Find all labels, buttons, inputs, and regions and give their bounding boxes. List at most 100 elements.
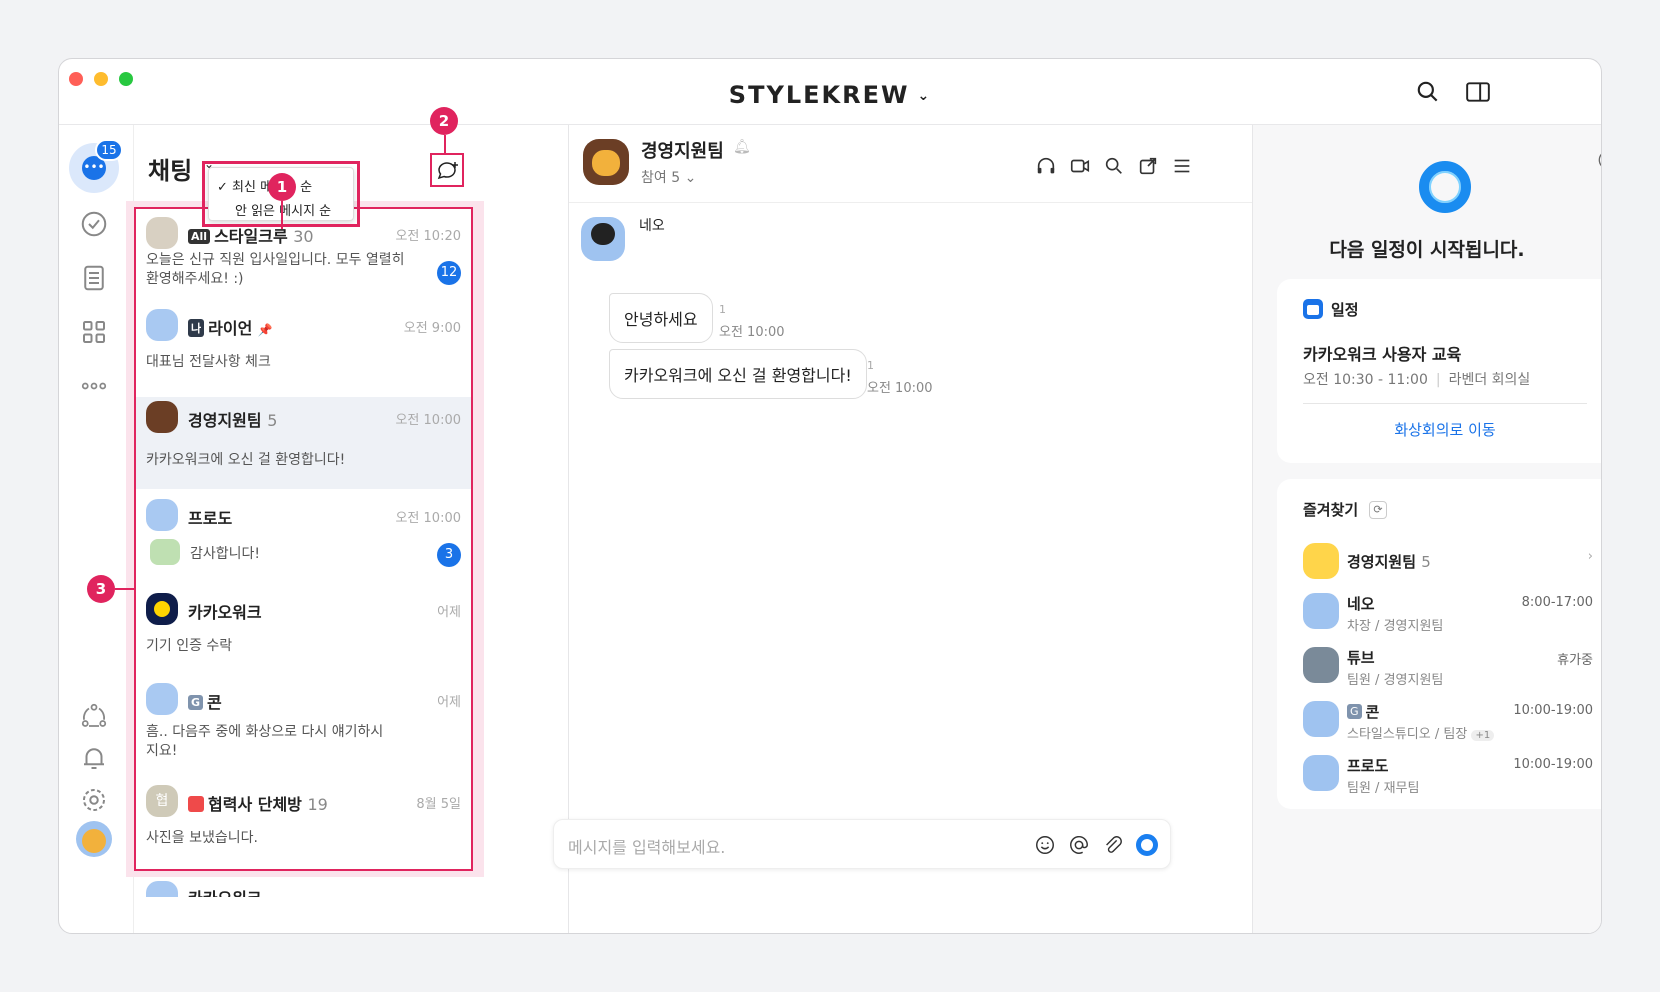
guest-tag: G bbox=[1347, 704, 1362, 719]
search-icon[interactable] bbox=[1415, 79, 1441, 105]
chat-preview: 카카오워크에 오신 걸 환영합니다! bbox=[146, 452, 346, 468]
favorite-subtitle: 스타일스튜디오 / 팀장 +1 bbox=[1347, 723, 1495, 742]
title-bar: STYLEKREW ⌄ bbox=[59, 59, 1601, 125]
my-profile-avatar[interactable] bbox=[76, 821, 112, 857]
chat-list-item[interactable]: 카카오워크 어제 기기 인증 수락 bbox=[136, 589, 471, 675]
board-icon[interactable] bbox=[79, 263, 109, 293]
sender-name: 네오 bbox=[639, 218, 665, 234]
participants-toggle[interactable]: 참여 5 ⌄ bbox=[641, 167, 696, 187]
new-chat-icon bbox=[437, 162, 458, 180]
chat-list: All 스타일크루 30 오전 10:20 오늘은 신규 직원 입사일입니다. 모… bbox=[134, 207, 473, 871]
menu-icon[interactable] bbox=[1171, 155, 1193, 177]
voice-call-icon[interactable] bbox=[1035, 155, 1057, 177]
message-bubble[interactable]: 카카오워크에 오신 걸 환영합니다! bbox=[609, 349, 867, 399]
chat-list-item[interactable]: 프로도 오전 10:00 감사합니다! 3 bbox=[136, 495, 471, 581]
chat-time: 오전 10:00 bbox=[395, 511, 461, 526]
chat-avatar: 협 bbox=[146, 785, 178, 817]
more-icon[interactable] bbox=[79, 371, 109, 401]
unread-badge: 12 bbox=[437, 261, 461, 285]
chat-list-item[interactable]: G콘 어제 흠.. 다음주 중에 화상으로 다시 얘기하시지요! bbox=[136, 679, 471, 775]
chat-list-panel: 채팅 ⌄ ✓ 최신 메시지 순 안 읽은 메시지 순 1 2 3 All스타일크… bbox=[87, 107, 569, 933]
chat-name: 경영지원팀 5 bbox=[188, 407, 277, 431]
workspace-switcher[interactable]: STYLEKREW ⌄ bbox=[59, 81, 1601, 109]
help-icon[interactable]: ? bbox=[1597, 149, 1602, 171]
chat-name: G콘 bbox=[188, 689, 222, 713]
card-divider bbox=[1303, 403, 1587, 404]
ai-logo-icon bbox=[1419, 161, 1471, 213]
chat-preview: 흠.. 다음주 중에 화상으로 다시 얘기하시지요! bbox=[146, 724, 384, 759]
chat-preview: 오늘은 신규 직원 입사일입니다. 모두 열렬히 환영해주세요! :) bbox=[146, 252, 405, 287]
refresh-icon[interactable]: ⟳ bbox=[1369, 501, 1387, 519]
event-place: 라벤더 회의실 bbox=[1448, 372, 1531, 388]
favorite-name: G콘 bbox=[1347, 701, 1379, 722]
sender-avatar[interactable] bbox=[581, 217, 625, 261]
chat-list-item-selected[interactable]: 경영지원팀 5 오전 10:00 카카오워크에 오신 걸 환영합니다! bbox=[136, 397, 471, 489]
side-panel-toggle-icon[interactable] bbox=[1465, 79, 1491, 105]
search-in-chat-icon[interactable] bbox=[1103, 155, 1125, 177]
member-count: 30 bbox=[293, 227, 314, 246]
all-tag: All bbox=[188, 229, 211, 244]
chat-time: 오전 9:00 bbox=[403, 321, 461, 336]
message-input-placeholder: 메시지를 입력해보세요. bbox=[568, 838, 726, 857]
room-title: 경영지원팀 bbox=[641, 141, 724, 162]
favorite-item[interactable]: G콘 스타일스튜디오 / 팀장 +1 10:00-19:00 bbox=[1303, 699, 1593, 743]
chat-list-item[interactable]: 나 라이언 📌 오전 9:00 대표님 전달사항 체크 bbox=[136, 305, 471, 391]
favorites-title: 즐겨찾기 bbox=[1303, 501, 1359, 519]
ai-assistant-icon[interactable] bbox=[1136, 834, 1158, 856]
favorite-name: 튜브 bbox=[1347, 649, 1375, 667]
favorite-item[interactable]: 네오 차장 / 경영지원팀 8:00-17:00 bbox=[1303, 591, 1593, 635]
chat-list-item[interactable]: 협 협력사 단체방 19 8월 5일 사진을 보냈습니다. bbox=[136, 781, 471, 867]
chat-name: 카카오워크 bbox=[188, 603, 262, 622]
callout-line-1 bbox=[281, 201, 283, 229]
participants-count: 참여 5 bbox=[641, 170, 681, 186]
chat-room-header: 경영지원팀 🔔︎ 참여 5 ⌄ bbox=[569, 125, 1252, 203]
guest-tag: G bbox=[188, 695, 204, 710]
chat-avatar bbox=[146, 683, 178, 715]
mention-icon[interactable] bbox=[1068, 834, 1090, 856]
member-count: 5 bbox=[1421, 553, 1431, 571]
message-input[interactable]: 메시지를 입력해보세요. bbox=[553, 819, 1171, 869]
chat-list-item-partial[interactable]: 카카오워크 bbox=[136, 877, 471, 897]
attachment-icon[interactable] bbox=[1102, 834, 1124, 856]
event-time: 오전 10:30 - 11:00 bbox=[1303, 372, 1428, 388]
unread-badge: 3 bbox=[437, 543, 461, 567]
organization-icon[interactable] bbox=[79, 701, 109, 731]
event-details: 오전 10:30 - 11:00 | 라벤더 회의실 bbox=[1303, 369, 1530, 389]
video-call-icon[interactable] bbox=[1069, 155, 1091, 177]
chat-time: 어제 bbox=[437, 695, 461, 710]
favorite-name: 경영지원팀 5 bbox=[1347, 551, 1431, 572]
notification-bell-icon[interactable] bbox=[79, 743, 109, 773]
chat-name-text: 라이언 bbox=[208, 319, 253, 338]
room-avatar bbox=[583, 139, 629, 185]
popout-icon[interactable] bbox=[1137, 155, 1159, 177]
brand-logo: STYLEKREW bbox=[728, 81, 910, 109]
nav-rail: ••• 15 bbox=[59, 125, 134, 933]
emoji-icon[interactable] bbox=[1034, 834, 1056, 856]
status-text: 휴가중 bbox=[1557, 653, 1593, 668]
new-chat-button[interactable] bbox=[430, 153, 464, 187]
group-avatar bbox=[1303, 543, 1339, 579]
chat-avatar bbox=[146, 881, 178, 897]
schedule-card: 일정 카카오워크 사용자 교육 오전 10:30 - 11:00 | 라벤더 회의실… bbox=[1277, 279, 1601, 463]
chat-avatar bbox=[146, 217, 178, 249]
favorite-item[interactable]: 경영지원팀 5 › bbox=[1303, 541, 1593, 585]
settings-gear-icon[interactable] bbox=[79, 785, 109, 815]
me-tag: 나 bbox=[188, 319, 205, 337]
chat-preview: 대표님 전달사항 체크 bbox=[146, 354, 271, 370]
favorite-item[interactable]: 프로도 팀원 / 재무팀 10:00-19:00 bbox=[1303, 753, 1593, 797]
member-count: 5 bbox=[267, 411, 278, 430]
work-hours: 8:00-17:00 bbox=[1521, 595, 1593, 610]
apps-grid-icon[interactable] bbox=[79, 317, 109, 347]
message-bubble[interactable]: 안녕하세요 bbox=[609, 293, 713, 343]
todo-check-icon[interactable] bbox=[79, 209, 109, 239]
partner-icon bbox=[188, 796, 204, 812]
rail-chat-button[interactable]: ••• 15 bbox=[69, 139, 123, 193]
message-time: 오전 10:00 bbox=[867, 381, 933, 396]
user-avatar bbox=[1303, 755, 1339, 791]
extra-count: +1 bbox=[1471, 730, 1495, 741]
join-video-link[interactable]: 화상회의로 이동 bbox=[1277, 419, 1601, 440]
callout-line-3 bbox=[115, 588, 135, 590]
chat-avatar bbox=[146, 309, 178, 341]
favorite-item[interactable]: 튜브 팀원 / 경영지원팀 휴가중 bbox=[1303, 645, 1593, 689]
schedule-label: 일정 bbox=[1331, 301, 1359, 319]
